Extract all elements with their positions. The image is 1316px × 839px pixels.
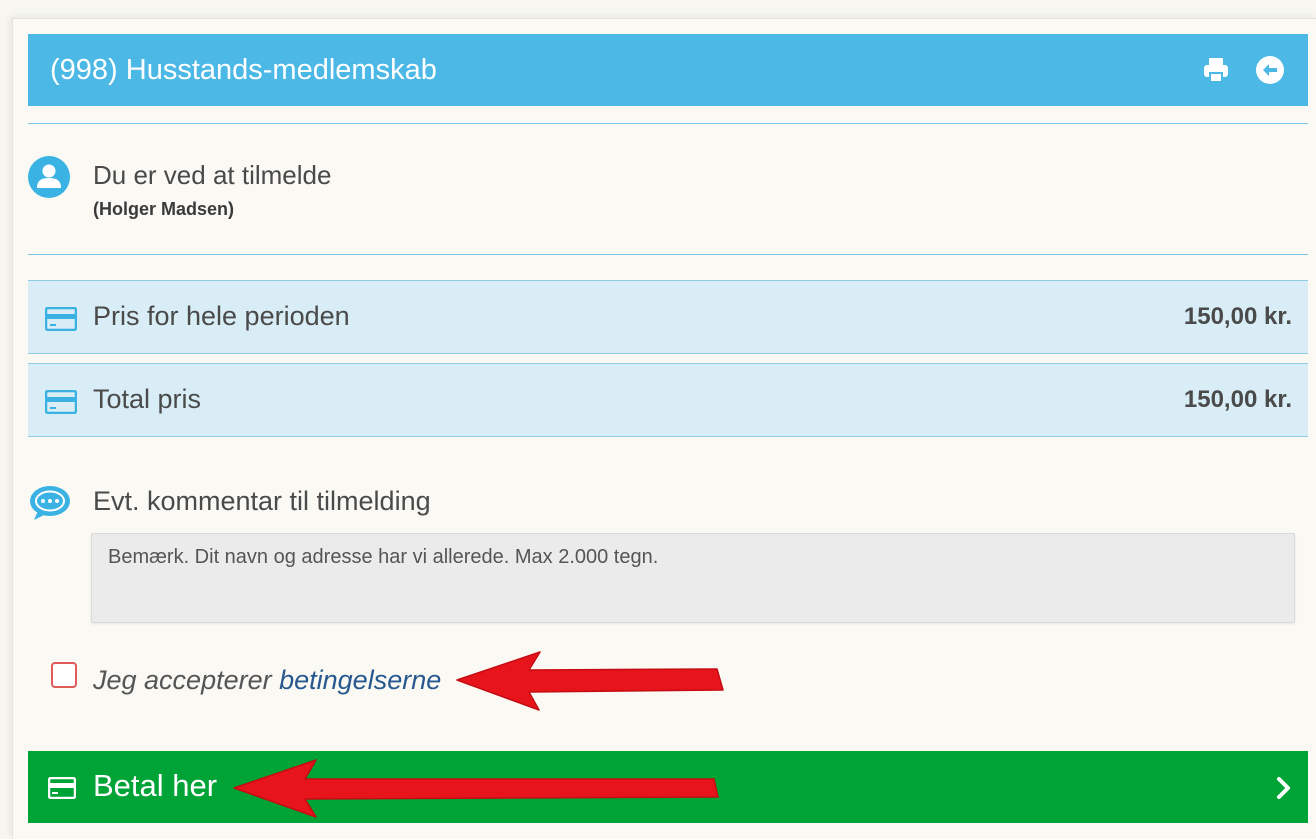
pay-button-label: Betal her [93, 768, 218, 803]
price-row-period: Pris for hele perioden 150,00 kr. [28, 280, 1308, 354]
price-row-total: Total pris 150,00 kr. [28, 363, 1308, 437]
price-value: 150,00 kr. [1183, 386, 1292, 413]
accept-terms-prefix: Jeg accepterer [93, 665, 280, 695]
price-label: Pris for hele perioden [93, 301, 350, 331]
chevron-right-icon [1277, 777, 1290, 799]
registration-heading: Du er ved at tilmelde [93, 160, 332, 190]
pay-button[interactable]: Betal her [28, 751, 1308, 823]
comment-label: Evt. kommentar til tilmelding [93, 486, 431, 516]
registrant-name: (Holger Madsen) [93, 199, 235, 219]
credit-card-icon [48, 777, 76, 799]
credit-card-icon [45, 390, 77, 414]
page-header: (998) Husstands-medlemskab [28, 34, 1308, 106]
accept-terms-checkbox[interactable] [51, 662, 77, 688]
divider [28, 254, 1308, 255]
speech-bubble-icon [30, 486, 70, 520]
page-title: (998) Husstands-medlemskab [50, 54, 437, 86]
divider [28, 123, 1308, 124]
comment-field [91, 533, 1295, 623]
credit-card-icon [45, 307, 77, 331]
price-label: Total pris [93, 384, 202, 414]
accept-terms-text: Jeg accepterer betingelserne [93, 665, 441, 696]
print-icon[interactable] [1200, 54, 1232, 86]
price-value: 150,00 kr. [1183, 303, 1292, 330]
terms-link[interactable]: betingelserne [279, 665, 441, 695]
comment-textarea[interactable] [92, 534, 1294, 622]
user-icon [28, 156, 70, 198]
back-circle-icon[interactable] [1254, 54, 1286, 86]
